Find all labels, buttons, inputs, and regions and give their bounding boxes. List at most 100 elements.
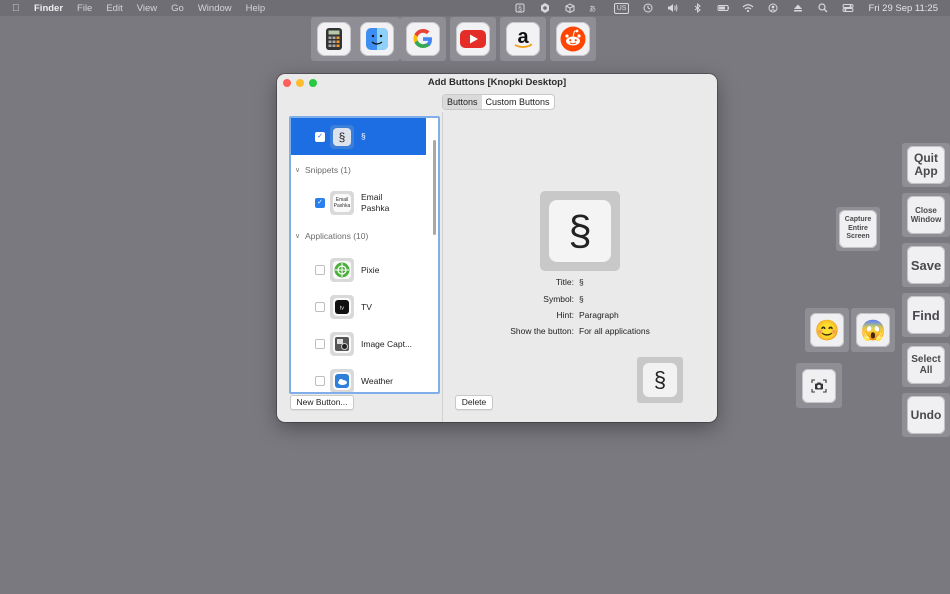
checkbox[interactable]	[315, 376, 325, 386]
reddit-tile[interactable]	[550, 17, 596, 61]
youtube-tile[interactable]	[450, 17, 496, 61]
finder-tile[interactable]	[354, 17, 400, 61]
screenshot-button[interactable]	[802, 368, 836, 403]
finder-icon	[360, 22, 394, 56]
menu-window[interactable]: Window	[198, 3, 232, 14]
search-icon[interactable]	[817, 3, 829, 13]
wifi-icon[interactable]	[742, 3, 754, 13]
svg-text:§: §	[518, 6, 522, 13]
find-panel[interactable]: Find	[902, 293, 950, 337]
small-preview-icon: §	[637, 357, 683, 403]
list-item-label: Image Capt...	[361, 338, 413, 349]
title-value: §	[579, 277, 584, 287]
smile-emoji-button[interactable]: 😊	[810, 313, 844, 347]
add-buttons-window: Add Buttons [Knopki Desktop] Buttons Cus…	[277, 74, 717, 422]
checkbox-checked[interactable]: ✓	[315, 198, 325, 208]
tab-buttons[interactable]: Buttons	[443, 95, 482, 109]
find-button[interactable]: Find	[907, 296, 945, 334]
symbol-label: Symbol:	[543, 294, 574, 304]
list-item-label: Pixie	[361, 264, 380, 275]
amazon-tile[interactable]: a	[500, 17, 546, 61]
menu-help[interactable]: Help	[246, 3, 266, 14]
menu-view[interactable]: View	[137, 3, 157, 14]
close-window-floating-button[interactable]: Close Window	[907, 196, 945, 234]
smile-emoji-panel[interactable]: 😊	[805, 308, 849, 352]
quit-app-button[interactable]: Quit App	[907, 146, 945, 184]
calculator-icon	[317, 22, 351, 56]
input-source-icon[interactable]: あ	[589, 3, 601, 13]
chevron-down-icon[interactable]: ∨	[295, 232, 305, 240]
capture-entire-screen-button[interactable]: Capture Entire Screen	[839, 210, 877, 248]
time-machine-icon[interactable]	[642, 3, 654, 13]
title-label: Title:	[555, 277, 574, 287]
section-sign-icon: §	[330, 124, 354, 149]
scream-emoji-button[interactable]: 😱	[856, 313, 890, 347]
tab-control: Buttons Custom Buttons	[442, 94, 555, 110]
amazon-icon: a	[506, 22, 540, 56]
section-header-snippets[interactable]: ∨ Snippets (1)	[291, 163, 426, 177]
undo-panel[interactable]: Undo	[902, 393, 950, 437]
bluetooth-icon[interactable]	[692, 3, 704, 13]
google-icon	[406, 22, 440, 56]
checkbox[interactable]	[315, 339, 325, 349]
save-button[interactable]: Save	[907, 246, 945, 284]
svg-text:a: a	[517, 27, 529, 48]
select-all-button[interactable]: Select All	[907, 346, 945, 384]
list-item-snippet[interactable]: ✓ Email Pashka Email Pashka	[291, 188, 426, 218]
list-item-app[interactable]: Image Capt...	[291, 330, 426, 358]
reddit-icon	[556, 22, 590, 56]
show-button-label: Show the button:	[510, 326, 574, 336]
checkbox-checked[interactable]: ✓	[315, 131, 325, 142]
new-button-button[interactable]: New Button...	[290, 395, 354, 410]
weather-icon	[330, 369, 354, 392]
list-item-label: TV	[361, 301, 372, 312]
menu-go[interactable]: Go	[171, 3, 184, 14]
svg-text:tv: tv	[340, 306, 344, 312]
window-title: Add Buttons [Knopki Desktop]	[427, 77, 567, 88]
google-tile[interactable]	[400, 17, 446, 61]
section-sign-status-icon[interactable]: §	[514, 3, 526, 13]
camera-icon	[811, 378, 827, 393]
cube-status-icon[interactable]	[564, 3, 576, 13]
menu-clock[interactable]: Fri 29 Sep 11:25	[868, 3, 938, 14]
hint-label: Hint:	[556, 310, 574, 320]
keyboard-layout-indicator[interactable]: US	[613, 2, 630, 14]
menu-finder[interactable]: Finder	[34, 3, 63, 14]
tab-custom-buttons[interactable]: Custom Buttons	[482, 95, 554, 109]
menu-edit[interactable]: Edit	[106, 3, 122, 14]
list-item-app[interactable]: Pixie	[291, 256, 426, 284]
delete-button[interactable]: Delete	[455, 395, 493, 410]
eject-icon[interactable]	[792, 3, 804, 13]
list-item-label: §	[361, 131, 366, 141]
tv-icon: tv	[330, 295, 354, 319]
youtube-icon	[456, 22, 490, 56]
list-item-label: Pashka	[361, 203, 390, 213]
buttons-list[interactable]: ✓ § § ∨ Snippets (1) ✓ Email Pashka Emai…	[289, 116, 440, 394]
section-header-applications[interactable]: ∨ Applications (10)	[291, 229, 426, 243]
chevron-down-icon[interactable]: ∨	[295, 166, 305, 174]
close-window-panel[interactable]: Close Window	[902, 193, 950, 237]
scream-emoji-panel[interactable]: 😱	[851, 308, 895, 352]
apple-logo-icon[interactable]: 	[12, 3, 24, 14]
gear-status-icon[interactable]	[539, 3, 551, 13]
quit-app-panel[interactable]: Quit App	[902, 143, 950, 187]
menu-file[interactable]: File	[77, 3, 92, 14]
checkbox[interactable]	[315, 302, 325, 312]
user-icon[interactable]	[767, 3, 779, 13]
capture-screen-panel[interactable]: Capture Entire Screen	[836, 207, 880, 251]
list-scrollbar[interactable]	[433, 140, 436, 235]
save-panel[interactable]: Save	[902, 243, 950, 287]
pixie-icon	[330, 258, 354, 282]
volume-icon[interactable]	[667, 3, 679, 13]
select-all-panel[interactable]: Select All	[902, 343, 950, 387]
list-item-selected[interactable]: ✓ § §	[291, 118, 426, 155]
list-item-app[interactable]: tv TV	[291, 293, 426, 321]
list-item-app[interactable]: Weather	[291, 367, 426, 392]
control-center-icon[interactable]	[842, 3, 854, 13]
undo-button[interactable]: Undo	[907, 396, 945, 434]
checkbox[interactable]	[315, 265, 325, 275]
battery-icon[interactable]	[717, 3, 730, 13]
calculator-tile[interactable]	[311, 17, 357, 61]
screenshot-panel[interactable]	[796, 363, 842, 408]
preview-symbol: §	[549, 200, 611, 262]
